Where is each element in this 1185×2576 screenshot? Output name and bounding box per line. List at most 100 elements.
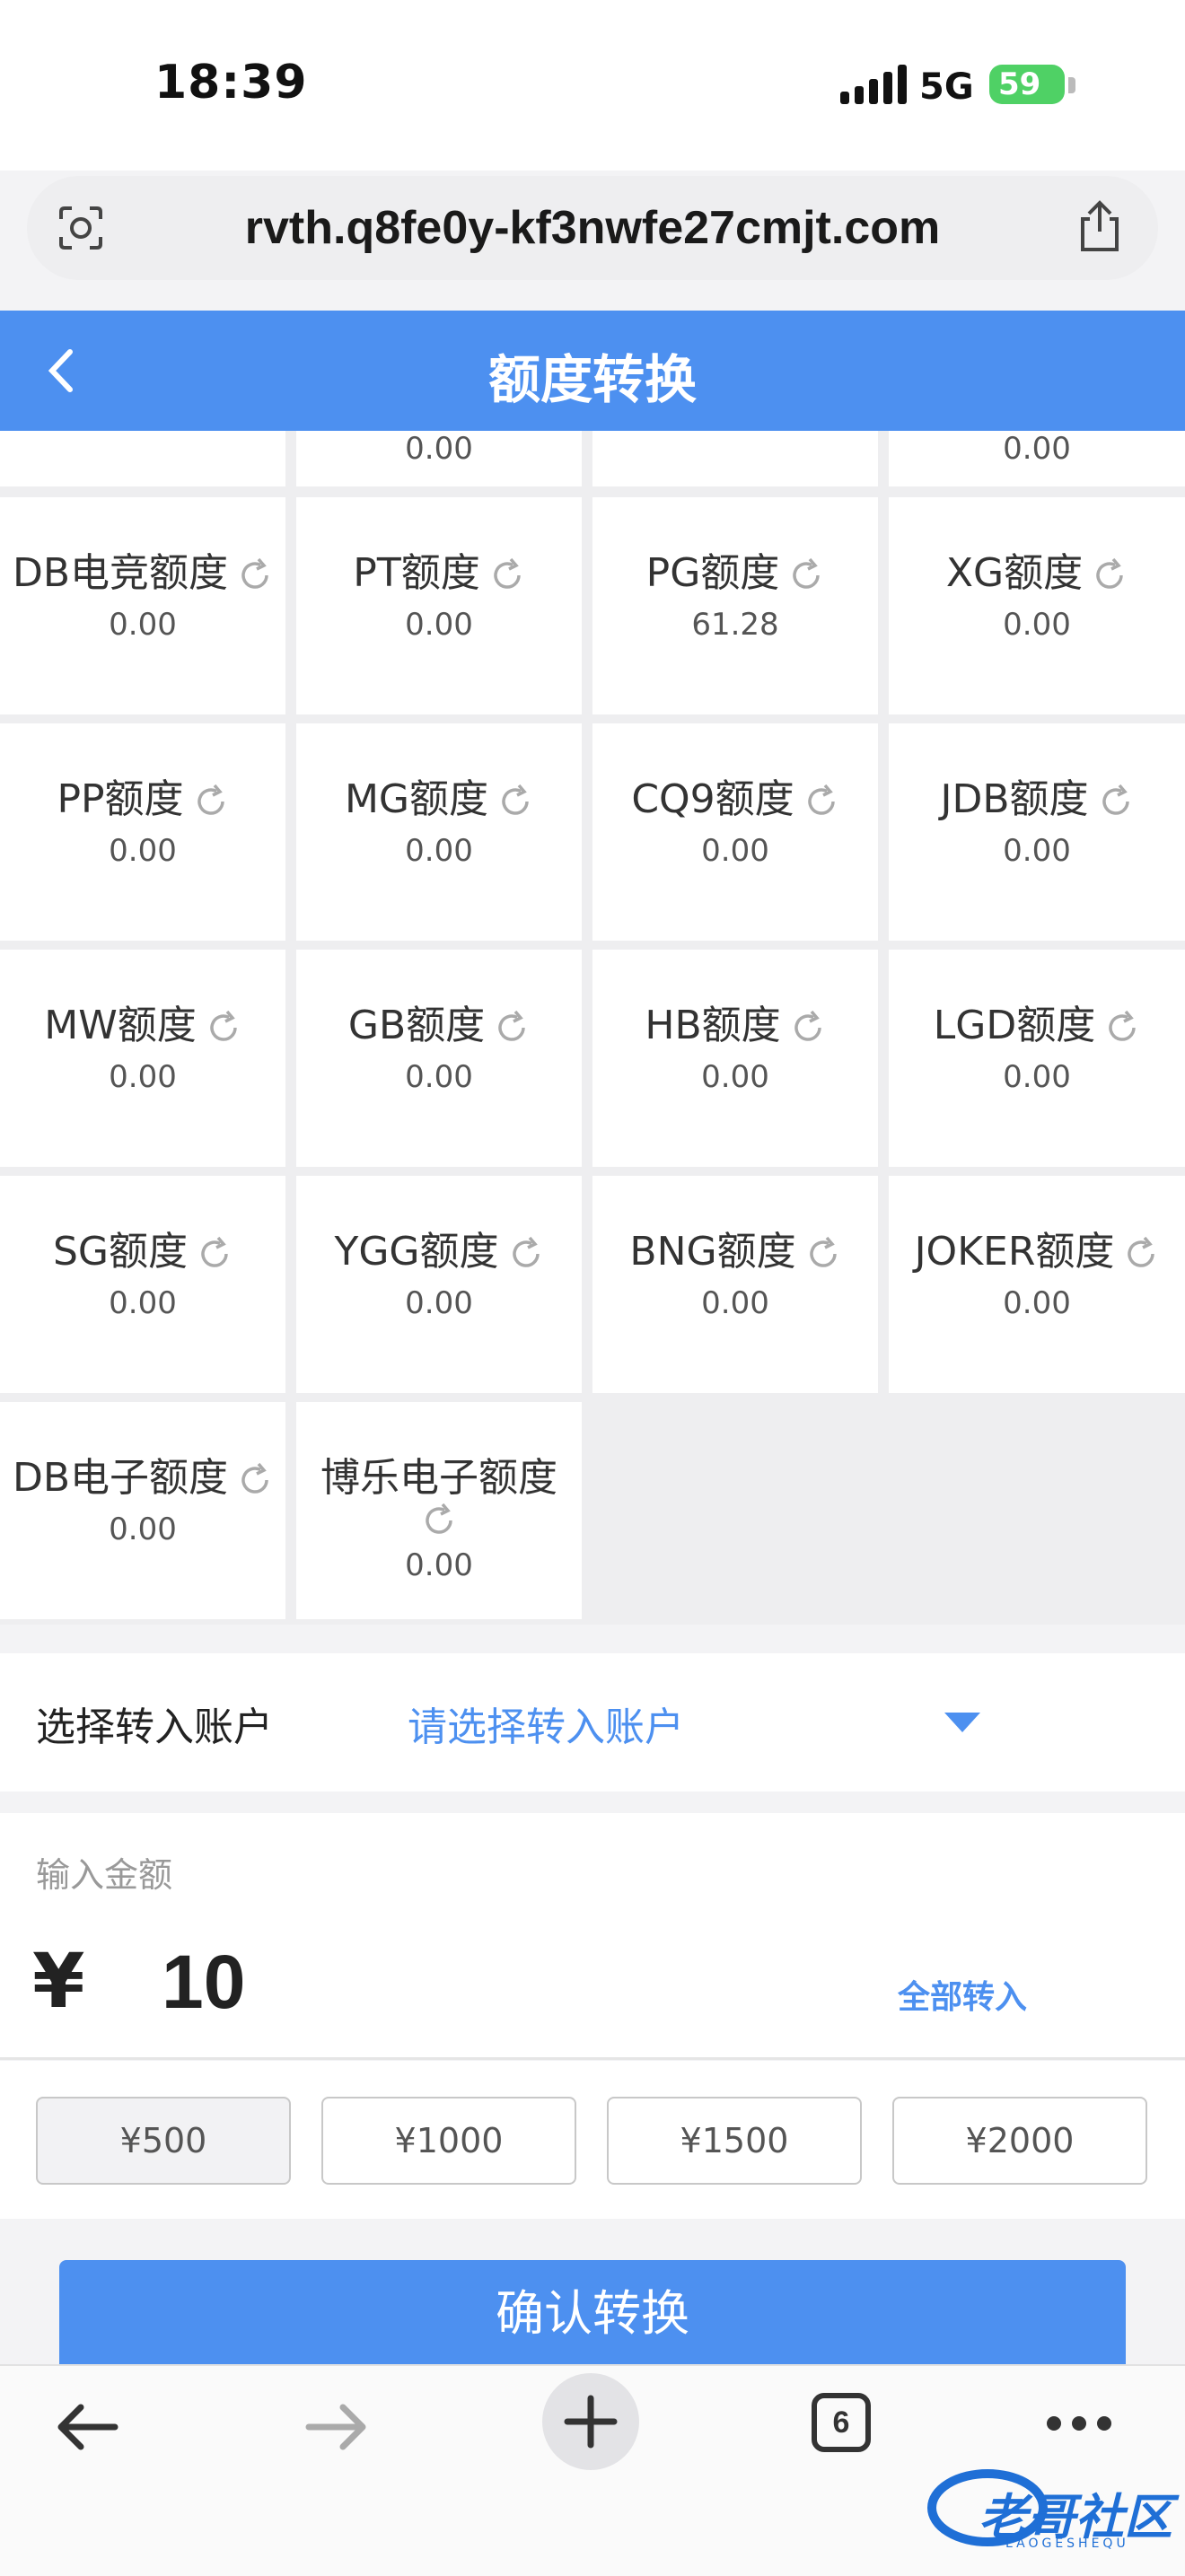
more-icon[interactable]	[1047, 2416, 1111, 2431]
balance-cell: CQ9额度 0.00	[592, 723, 878, 941]
balance-value: 0.00	[109, 833, 177, 869]
tabs-button[interactable]: 6	[812, 2393, 871, 2452]
balance-cell: PG额度 61.28	[592, 497, 878, 714]
balance-cell: DB电竞额度 0.00	[0, 497, 285, 714]
refresh-icon[interactable]	[237, 557, 273, 593]
signal-icon	[840, 65, 907, 104]
refresh-icon[interactable]	[197, 1236, 233, 1272]
amount-input[interactable]: 10	[162, 1939, 245, 2026]
refresh-icon[interactable]	[497, 784, 533, 819]
quick-amount-1500[interactable]: ¥1500	[607, 2097, 862, 2185]
balance-cell: LGD额度 0.00	[889, 950, 1185, 1167]
watermark-subtext: LAOGESHEQU	[1005, 2537, 1129, 2551]
balance-cell: PT额度 0.00	[296, 497, 582, 714]
confirm-transfer-button[interactable]: 确认转换	[59, 2260, 1126, 2368]
balance-label-text: JOKER额度	[914, 1229, 1115, 1275]
refresh-icon[interactable]	[489, 557, 525, 593]
share-icon[interactable]	[1075, 199, 1124, 253]
transfer-all-button[interactable]: 全部转入	[898, 1971, 1027, 2018]
balance-cell-partial	[0, 431, 285, 486]
battery-cap	[1068, 77, 1075, 93]
browser-back-icon[interactable]	[54, 2402, 118, 2452]
battery-icon: 59	[989, 65, 1065, 104]
balance-label: 博乐电子额度	[296, 1445, 582, 1503]
page-title: 额度转换	[487, 349, 697, 410]
refresh-icon[interactable]	[1098, 784, 1134, 819]
balance-label: BNG额度	[592, 1219, 878, 1276]
currency-symbol: ¥	[32, 1937, 85, 2025]
refresh-icon[interactable]	[805, 1236, 841, 1272]
balance-label-text: YGG额度	[334, 1229, 499, 1275]
refresh-icon[interactable]	[790, 1010, 826, 1046]
page-header: 额度转换	[0, 311, 1185, 431]
amount-label: 输入金额	[36, 1855, 173, 1895]
balance-value: 0.00	[405, 1285, 473, 1321]
balance-label: PP额度	[0, 767, 285, 824]
battery-level: 59	[998, 66, 1041, 102]
balance-cell: PP额度 0.00	[0, 723, 285, 941]
quick-amount-row: ¥500 ¥1000 ¥1500 ¥2000	[0, 2061, 1185, 2219]
balance-cell-partial: 0.00	[889, 431, 1185, 486]
balance-label: JOKER额度	[889, 1219, 1185, 1276]
refresh-icon[interactable]	[508, 1236, 544, 1272]
balance-label-text: HB额度	[645, 1003, 781, 1048]
quick-amount-1000[interactable]: ¥1000	[321, 2097, 576, 2185]
refresh-icon[interactable]	[788, 557, 824, 593]
quick-amount-500[interactable]: ¥500	[36, 2097, 291, 2185]
refresh-icon[interactable]	[421, 1503, 457, 1538]
refresh-icon[interactable]	[237, 1462, 273, 1498]
balance-value: 0.00	[1003, 1285, 1071, 1321]
balance-label: GB额度	[296, 993, 582, 1050]
plus-icon	[564, 2395, 618, 2449]
balance-cell: YGG额度 0.00	[296, 1176, 582, 1393]
refresh-icon[interactable]	[193, 784, 229, 819]
refresh-icon[interactable]	[803, 784, 839, 819]
balance-cell: DB电子额度 0.00	[0, 1402, 285, 1619]
balance-label: PT额度	[296, 540, 582, 598]
balance-value: 0.00	[109, 1285, 177, 1321]
address-bar[interactable]: rvth.q8fe0y-kf3nwfe27cmjt.com	[27, 176, 1158, 280]
dropdown-caret-icon[interactable]	[944, 1713, 980, 1732]
select-account-dropdown[interactable]: 请选择转入账户	[408, 1695, 684, 1752]
balance-value: 0.00	[1003, 607, 1071, 643]
refresh-icon[interactable]	[1123, 1236, 1159, 1272]
balance-label: MW额度	[0, 993, 285, 1050]
balance-cell: JDB额度 0.00	[889, 723, 1185, 941]
balance-value: 0.00	[1003, 431, 1071, 467]
divider	[0, 2057, 1185, 2060]
balance-value: 0.00	[701, 1059, 769, 1095]
refresh-icon[interactable]	[1092, 557, 1128, 593]
balance-label-text: 博乐电子额度	[320, 1455, 557, 1501]
balance-value: 0.00	[405, 1059, 473, 1095]
balance-value: 0.00	[701, 1285, 769, 1321]
balance-label-text: BNG额度	[629, 1229, 796, 1275]
balance-value: 0.00	[405, 833, 473, 869]
refresh-icon[interactable]	[206, 1010, 241, 1046]
new-tab-button[interactable]	[542, 2373, 639, 2470]
quick-amount-2000[interactable]: ¥2000	[892, 2097, 1147, 2185]
balance-label-text: PT额度	[353, 550, 480, 596]
balance-cell: BNG额度 0.00	[592, 1176, 878, 1393]
balance-value: 0.00	[1003, 1059, 1071, 1095]
balance-cell: JOKER额度 0.00	[889, 1176, 1185, 1393]
url-text[interactable]: rvth.q8fe0y-kf3nwfe27cmjt.com	[27, 201, 1158, 255]
balance-label-text: CQ9额度	[631, 776, 794, 822]
balance-label-text: MW额度	[44, 1003, 197, 1048]
balance-cell: SG额度 0.00	[0, 1176, 285, 1393]
amount-card: 输入金额 ¥ 10 全部转入	[0, 1813, 1185, 2060]
browser-forward-icon[interactable]	[305, 2402, 370, 2452]
select-account-label: 选择转入账户	[36, 1704, 273, 1750]
refresh-icon[interactable]	[494, 1010, 530, 1046]
balance-label-text: DB电竞额度	[12, 550, 229, 596]
balance-label: PG额度	[592, 540, 878, 598]
refresh-icon[interactable]	[1104, 1010, 1140, 1046]
balance-label: HB额度	[592, 993, 878, 1050]
balance-value: 0.00	[405, 1547, 473, 1583]
balance-label: CQ9额度	[592, 767, 878, 824]
balance-cell: HB额度 0.00	[592, 950, 878, 1167]
balance-cell: XG额度 0.00	[889, 497, 1185, 714]
balance-value: 61.28	[691, 607, 779, 643]
balance-label-text: LGD额度	[933, 1003, 1096, 1048]
balance-label-text: PP额度	[57, 776, 184, 822]
select-account-row[interactable]: 选择转入账户 请选择转入账户	[0, 1653, 1185, 1792]
